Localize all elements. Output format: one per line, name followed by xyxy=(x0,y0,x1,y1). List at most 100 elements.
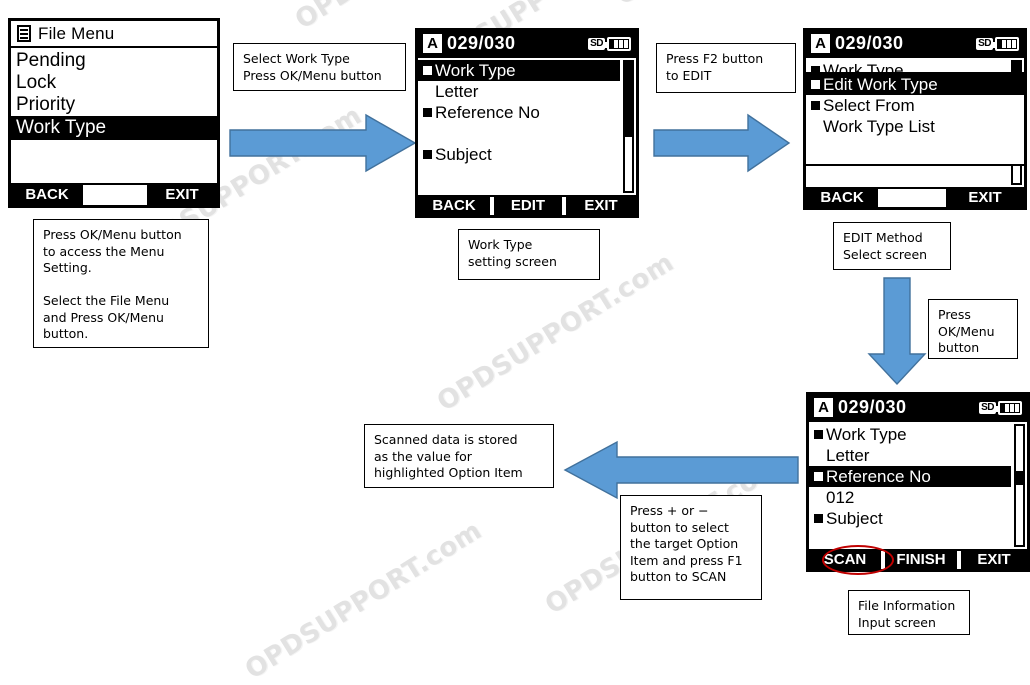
edit-method-header: A 029/030 SD xyxy=(806,31,1024,58)
scrollbar[interactable] xyxy=(623,60,634,193)
mode-badge-a: A xyxy=(814,398,833,417)
softkey-back[interactable]: BACK xyxy=(11,185,83,205)
file-info-list[interactable]: Work Type Letter Reference No 012 Subjec… xyxy=(809,422,1027,549)
softkey-finish[interactable]: FINISH xyxy=(885,551,957,569)
file-list-icon xyxy=(17,25,31,42)
list-item[interactable]: Subject xyxy=(809,508,1011,529)
list-item-label: Reference No xyxy=(826,466,931,486)
watermark-text: OPDSUPPORT.com xyxy=(240,515,488,685)
note-work-type-setting: Work Type setting screen xyxy=(458,229,600,280)
list-item-selected[interactable]: Work Type xyxy=(418,60,620,81)
note-press-f2: Press F2 button to EDIT xyxy=(656,43,796,93)
softkey-exit[interactable]: EXIT xyxy=(147,185,217,205)
file-counter: 029/030 xyxy=(835,33,904,53)
square-bullet-icon xyxy=(811,80,820,89)
square-bullet-icon xyxy=(814,430,823,439)
list-item[interactable]: Subject xyxy=(418,144,620,165)
note-edit-method: EDIT Method Select screen xyxy=(833,222,951,270)
arrow-right-step2 xyxy=(653,113,791,173)
edit-method-body[interactable]: Work Type Edit Work Type Select From Wor… xyxy=(806,58,1024,187)
arrow-left-step4 xyxy=(563,440,799,500)
scrollbar[interactable] xyxy=(1014,424,1025,547)
note-press-plus-minus: Press + or − button to select the target… xyxy=(620,495,762,600)
file-menu-header: File Menu xyxy=(11,21,217,48)
file-info-header: A 029/030 SD xyxy=(809,395,1027,422)
file-info-softkeys: SCAN FINISH EXIT xyxy=(809,549,1027,569)
list-item-label: Priority xyxy=(16,94,76,115)
softkey-back[interactable]: BACK xyxy=(806,189,878,207)
dialog-item-label: Work Type List xyxy=(823,116,935,136)
square-bullet-icon xyxy=(814,472,823,481)
work-type-list[interactable]: Work Type Letter Reference No Subject xyxy=(418,58,636,195)
square-bullet-icon xyxy=(423,66,432,75)
list-item-label: Reference No xyxy=(435,102,540,122)
softkey-back[interactable]: BACK xyxy=(418,197,490,215)
list-item-label: 012 xyxy=(826,487,855,507)
edit-method-softkeys: BACK EXIT xyxy=(806,187,1024,207)
dialog-item-selected[interactable]: Edit Work Type xyxy=(806,74,1024,95)
arrow-right-step1 xyxy=(229,113,417,173)
mode-badge-a: A xyxy=(811,34,830,53)
note-press-ok-menu: Press OK/Menu button xyxy=(928,299,1018,359)
square-bullet-icon xyxy=(423,150,432,159)
work-type-softkeys: BACK EDIT EXIT xyxy=(418,195,636,215)
battery-full-icon xyxy=(996,400,1022,415)
screen-file-information-input[interactable]: A 029/030 SD Work Type Letter Reference … xyxy=(806,392,1030,572)
list-item-selected[interactable]: Reference No xyxy=(809,466,1011,487)
list-item-value[interactable] xyxy=(418,123,620,144)
dialog-item-label: Select From xyxy=(823,95,915,115)
list-item[interactable]: Lock xyxy=(11,72,217,94)
file-menu-softkeys: BACK EXIT xyxy=(11,183,217,205)
list-item-label: Work Type xyxy=(435,60,516,80)
mode-badge-a: A xyxy=(423,34,442,53)
screen-file-menu[interactable]: File Menu Pending Lock Priority Work Typ… xyxy=(8,18,220,208)
battery-full-icon xyxy=(993,36,1019,51)
dialog-item[interactable]: Select From xyxy=(806,95,1024,116)
softkey-empty xyxy=(878,189,946,207)
file-counter: 029/030 xyxy=(838,397,907,417)
screen-edit-method-select[interactable]: A 029/030 SD Work Type Edit Work Type Se… xyxy=(803,28,1027,210)
sd-card-icon: SD xyxy=(588,37,605,50)
softkey-edit[interactable]: EDIT xyxy=(494,197,562,215)
watermark-text: OPDSUPPORT.com xyxy=(610,0,857,11)
list-item-label: Letter xyxy=(435,81,479,101)
square-bullet-icon xyxy=(814,514,823,523)
list-item[interactable]: Pending xyxy=(11,50,217,72)
note-menu-access: Press OK/Menu button to access the Menu … xyxy=(33,219,209,348)
file-menu-title: File Menu xyxy=(38,23,115,43)
softkey-exit[interactable]: EXIT xyxy=(946,189,1024,207)
softkey-exit[interactable]: EXIT xyxy=(961,551,1027,569)
screen-work-type-setting[interactable]: A 029/030 SD Work Type Letter Reference … xyxy=(415,28,639,218)
list-item-label: Pending xyxy=(16,50,86,71)
list-item[interactable]: Work Type xyxy=(809,424,1011,445)
arrow-down-step3 xyxy=(867,277,927,386)
note-select-work-type: Select Work Type Press OK/Menu button xyxy=(233,43,406,91)
square-bullet-icon xyxy=(423,108,432,117)
sd-card-icon: SD xyxy=(979,401,996,414)
file-counter: 029/030 xyxy=(447,33,516,53)
softkey-scan[interactable]: SCAN xyxy=(809,551,881,569)
list-item-value[interactable]: Letter xyxy=(809,445,1011,466)
note-file-info: File Information Input screen xyxy=(848,590,970,635)
list-item[interactable]: Priority xyxy=(11,94,217,116)
file-menu-list[interactable]: Pending Lock Priority Work Type xyxy=(11,48,217,183)
scrollbar-thumb[interactable] xyxy=(1016,471,1023,486)
list-item-label: Subject xyxy=(435,144,492,164)
work-type-header: A 029/030 SD xyxy=(418,31,636,58)
edit-method-dialog[interactable]: Edit Work Type Select From Work Type Lis… xyxy=(806,72,1024,166)
list-item-selected[interactable]: Work Type xyxy=(11,116,217,140)
scrollbar-thumb[interactable] xyxy=(625,62,632,137)
dialog-item-label: Edit Work Type xyxy=(823,74,938,94)
list-item-label: Work Type xyxy=(16,117,107,138)
note-scanned-data: Scanned data is stored as the value for … xyxy=(364,424,554,488)
square-bullet-icon xyxy=(811,101,820,110)
dialog-item-continued[interactable]: Work Type List xyxy=(806,116,1024,137)
list-item-value[interactable]: Letter xyxy=(418,81,620,102)
softkey-empty xyxy=(83,185,147,205)
list-item-label: Work Type xyxy=(826,424,907,444)
list-item-label: Subject xyxy=(826,508,883,528)
softkey-exit[interactable]: EXIT xyxy=(566,197,636,215)
list-item-value[interactable]: 012 xyxy=(809,487,1011,508)
list-item[interactable]: Reference No xyxy=(418,102,620,123)
list-item-label: Letter xyxy=(826,445,870,465)
